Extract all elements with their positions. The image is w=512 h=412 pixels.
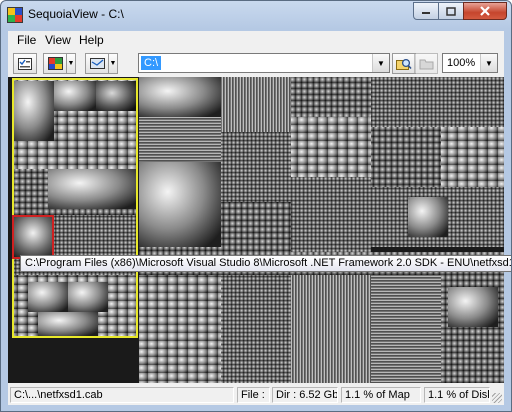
status-dir-size: Dir : 6.52 Gb	[272, 387, 338, 403]
color-scheme-dropdown[interactable]: ▼	[67, 53, 76, 74]
status-file: File :	[237, 387, 270, 403]
toolbar: ▼ ▼ C:\ ▼ 100% ▼	[8, 49, 504, 78]
menu-file[interactable]: File	[17, 33, 36, 47]
app-icon[interactable]	[7, 7, 23, 23]
find-icon	[396, 58, 412, 70]
selected-file-cushion	[14, 217, 52, 257]
close-icon	[480, 6, 490, 16]
view-options-button[interactable]	[85, 53, 109, 74]
window-title: SequoiaView - C:\	[28, 7, 124, 21]
status-bar: C:\...\netfxsd1.cab File : Dir : 6.52 Gb…	[8, 383, 504, 405]
menu-bar: File View Help	[8, 31, 504, 49]
select-button[interactable]	[13, 53, 37, 74]
folder-icon	[419, 59, 433, 69]
maximize-button[interactable]	[438, 2, 464, 20]
minimize-button[interactable]	[413, 2, 439, 20]
title-bar[interactable]: SequoiaView - C:\	[1, 1, 511, 29]
minimize-icon	[422, 12, 430, 14]
view-options-icon	[89, 58, 105, 69]
color-scheme-icon	[47, 57, 63, 70]
selected-directory-highlight	[12, 78, 138, 338]
folder-button[interactable]	[414, 53, 438, 74]
zoom-combo[interactable]: 100% ▼	[442, 53, 498, 73]
status-map-percent: 1.1 % of Map	[341, 387, 421, 403]
dropdown-arrow-icon: ▼	[109, 60, 117, 67]
color-scheme-button[interactable]	[43, 53, 67, 74]
status-disk-percent: 1.1 % of Disk	[424, 387, 490, 403]
view-options-dropdown[interactable]: ▼	[109, 53, 118, 74]
status-path: C:\...\netfxsd1.cab	[10, 387, 234, 403]
path-tooltip: C:\Program Files (x86)\Microsoft Visual …	[20, 255, 511, 272]
dropdown-arrow-icon: ▼	[67, 60, 75, 67]
selected-file-highlight[interactable]	[12, 215, 54, 259]
zoom-dropdown-arrow[interactable]: ▼	[480, 54, 497, 72]
find-button[interactable]	[392, 53, 416, 74]
path-combo[interactable]: C:\ ▼	[138, 53, 390, 73]
maximize-icon	[446, 6, 456, 16]
app-window: SequoiaView - C:\ File View Help ▼ ▼ C:\…	[0, 0, 512, 412]
treemap[interactable]: C:\Program Files (x86)\Microsoft Visual …	[8, 77, 511, 383]
close-button[interactable]	[463, 2, 507, 20]
zoom-value[interactable]: 100%	[447, 57, 475, 69]
select-icon	[18, 57, 32, 70]
menu-view[interactable]: View	[45, 33, 71, 47]
path-dropdown-arrow[interactable]: ▼	[372, 54, 389, 72]
resize-grip[interactable]	[492, 393, 502, 403]
path-value[interactable]: C:\	[141, 56, 162, 70]
menu-help[interactable]: Help	[79, 33, 104, 47]
